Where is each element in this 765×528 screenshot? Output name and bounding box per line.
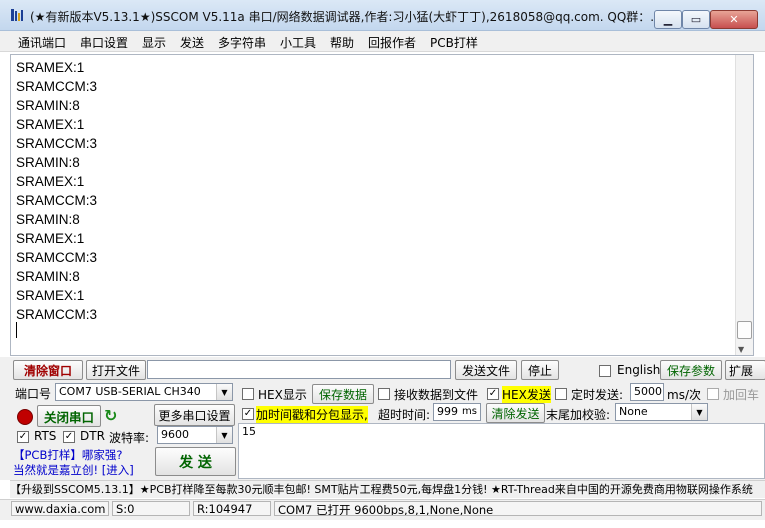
hex-send-checkbox[interactable]: ✓	[487, 388, 499, 400]
scroll-thumb[interactable]	[737, 321, 752, 339]
status-port-state: COM7 已打开 9600bps,8,1,None,None	[274, 501, 762, 516]
pcb-ad-link[interactable]: 【PCB打样】哪家强?	[13, 447, 122, 463]
port-select-value: COM7 USB-SERIAL CH340	[59, 385, 201, 398]
timeout-value: 999	[437, 405, 458, 418]
receive-line: SRAMEX:1	[16, 288, 85, 303]
timeout-label: 超时时间:	[378, 408, 431, 422]
timestamp-label: 加时间戳和分包显示,	[256, 406, 368, 423]
open-file-button[interactable]: 打开文件	[86, 360, 146, 380]
receive-line: SRAMIN:8	[16, 212, 80, 227]
app-icon	[11, 9, 23, 21]
scroll-down-icon[interactable]: ▼	[738, 345, 744, 354]
chevron-down-icon: ▼	[216, 384, 232, 400]
send-file-button[interactable]: 发送文件	[455, 360, 517, 380]
checksum-select-value: None	[619, 405, 648, 418]
interval-input[interactable]: 5000	[630, 383, 664, 401]
receive-line: SRAMEX:1	[16, 60, 85, 75]
port-select[interactable]: COM7 USB-SERIAL CH340 ▼	[55, 383, 233, 401]
port-label: 端口号	[15, 387, 52, 401]
receive-line: SRAMEX:1	[16, 231, 85, 246]
dtr-label: DTR	[80, 429, 105, 443]
close-button[interactable]: ✕	[710, 10, 758, 29]
receive-textarea[interactable]: SRAMEX:1 SRAMCCM:3 SRAMIN:8 SRAMEX:1 SRA…	[10, 54, 754, 356]
chevron-down-icon: ▼	[216, 427, 232, 443]
save-params-button[interactable]: 保存参数	[660, 360, 722, 380]
receive-line: SRAMIN:8	[16, 269, 80, 284]
close-port-button[interactable]: 关闭串口	[37, 405, 101, 427]
pcb-ad-link-2[interactable]: 当然就是嘉立创! [进入]	[13, 462, 134, 478]
maximize-button[interactable]: ▭	[682, 10, 710, 29]
chevron-down-icon: ▼	[691, 404, 707, 420]
hex-display-label: HEX显示	[258, 388, 307, 402]
baud-select[interactable]: 9600 ▼	[157, 426, 233, 444]
receive-line: SRAMCCM:3	[16, 250, 98, 265]
receive-line: SRAMEX:1	[16, 174, 85, 189]
recv-to-file-checkbox[interactable]	[378, 388, 390, 400]
stop-button[interactable]: 停止	[521, 360, 559, 380]
english-checkbox[interactable]	[599, 365, 611, 377]
send-button[interactable]: 发 送	[155, 447, 236, 476]
receive-line: SRAMIN:8	[16, 155, 80, 170]
rts-label: RTS	[34, 429, 57, 443]
dtr-checkbox[interactable]: ✓	[63, 431, 75, 443]
timeout-input[interactable]: 999 ms	[433, 403, 481, 421]
clear-send-button[interactable]: 清除发送	[486, 403, 545, 423]
add-enter-label: 加回车	[723, 388, 760, 402]
timed-send-checkbox[interactable]	[555, 388, 567, 400]
baud-select-value: 9600	[161, 428, 189, 441]
hex-send-label: HEX发送	[502, 386, 551, 403]
port-status-icon	[17, 409, 33, 425]
expand-button[interactable]: 扩展	[725, 360, 765, 380]
menu-help[interactable]: 帮助	[330, 34, 354, 51]
menu-send[interactable]: 发送	[180, 34, 204, 51]
receive-line: SRAMIN:8	[16, 98, 80, 113]
window-title: (★有新版本V5.13.1★)SSCOM V5.11a 串口/网络数据调试器,作…	[30, 10, 662, 24]
menu-serial-settings[interactable]: 串口设置	[80, 34, 128, 51]
english-label: English	[617, 363, 661, 377]
receive-line: SRAMEX:1	[16, 117, 85, 132]
vertical-scrollbar[interactable]: ▼	[735, 55, 753, 355]
receive-lines: SRAMEX:1 SRAMCCM:3 SRAMIN:8 SRAMEX:1 SRA…	[16, 58, 97, 324]
checksum-label: 末尾加校验:	[546, 408, 611, 422]
news-ticker[interactable]: 【升级到SSCOM5.13.1】★PCB打样降至每款30元顺丰包邮! SMT贴片…	[10, 480, 765, 498]
receive-line: SRAMCCM:3	[16, 307, 98, 322]
timeout-unit: ms	[462, 406, 477, 417]
file-path-field[interactable]	[147, 360, 451, 379]
timed-send-label: 定时发送:	[571, 388, 624, 402]
hex-display-checkbox[interactable]	[242, 388, 254, 400]
menu-report-author[interactable]: 回报作者	[368, 34, 416, 51]
receive-line: SRAMCCM:3	[16, 136, 98, 151]
timestamp-checkbox[interactable]: ✓	[242, 408, 254, 420]
rts-checkbox[interactable]: ✓	[17, 431, 29, 443]
interval-unit: ms/次	[667, 388, 701, 402]
add-enter-checkbox[interactable]	[707, 388, 719, 400]
text-cursor	[16, 322, 17, 338]
baud-label: 波特率:	[109, 431, 150, 445]
recv-to-file-label: 接收数据到文件	[394, 388, 479, 402]
clear-window-button[interactable]: 清除窗口	[13, 360, 83, 380]
receive-line: SRAMCCM:3	[16, 193, 98, 208]
status-sent-count: S:0	[112, 501, 190, 516]
save-data-button[interactable]: 保存数据	[312, 384, 374, 404]
menu-pcb[interactable]: PCB打样	[430, 34, 478, 51]
receive-line: SRAMCCM:3	[16, 79, 98, 94]
menu-display[interactable]: 显示	[142, 34, 166, 51]
menu-tools[interactable]: 小工具	[280, 34, 316, 51]
menu-multi-string[interactable]: 多字符串	[218, 34, 266, 51]
checksum-select[interactable]: None ▼	[615, 403, 708, 421]
menu-comm-port[interactable]: 通讯端口	[18, 34, 66, 51]
status-website[interactable]: www.daxia.com	[11, 501, 109, 516]
more-port-settings-button[interactable]: 更多串口设置	[154, 404, 235, 426]
refresh-icon[interactable]: ↻	[104, 406, 117, 425]
minimize-button[interactable]: ▁	[654, 10, 682, 29]
send-textarea[interactable]: 15	[238, 423, 765, 479]
status-received-count: R:104947	[193, 501, 271, 516]
